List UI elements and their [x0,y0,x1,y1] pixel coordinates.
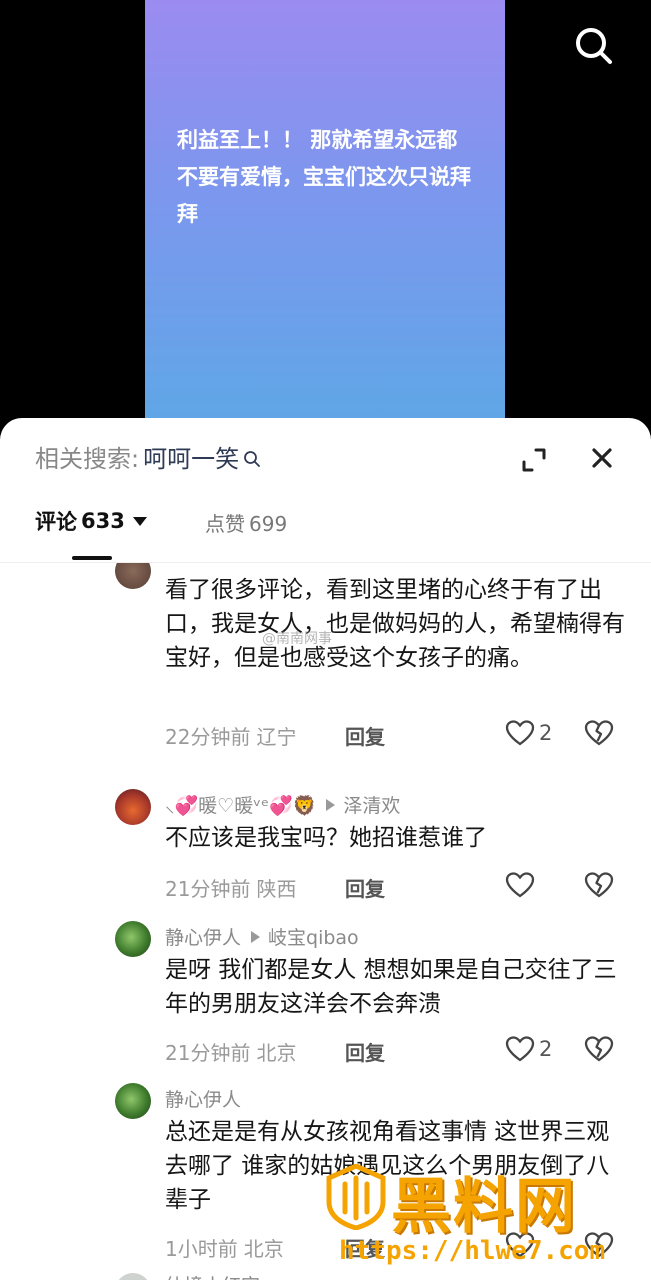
close-button[interactable] [588,444,616,472]
expand-icon [522,448,546,472]
tab-likes[interactable]: 点赞 699 [205,508,287,537]
comment-meta: 22分钟前 辽宁 [165,721,296,750]
search-icon [244,451,260,467]
comment-time: 1小时前 [165,1237,238,1261]
active-tab-indicator [72,556,112,560]
comment-meta: 21分钟前 北京 [165,1037,296,1066]
avatar[interactable] [115,1273,151,1280]
search-button[interactable] [572,24,616,68]
comment-author-line: 静心伊人 岐宝qibao [165,923,359,950]
search-icon [576,28,612,64]
dislike-button[interactable] [584,1035,614,1063]
related-search-term[interactable]: 呵呵一笑 [143,442,239,476]
tab-comments-count: 633 [81,509,125,533]
reply-to-author[interactable]: 泽清欢 [343,791,400,818]
avatar[interactable] [115,789,151,825]
comment-text: 是呀 我们都是女人 想想如果是自己交往了三年的男朋友这洋会不会奔溃 [165,957,617,1017]
like-button[interactable] [505,871,539,899]
reply-button[interactable]: 回复 [345,873,385,902]
avatar[interactable] [115,563,151,589]
tab-comments-label: 评论 [35,510,77,534]
weibo-watermark: @南南网事 [262,631,332,647]
watermark-url: https://hlwe7.com [339,1236,606,1266]
dislike-button[interactable] [584,719,614,747]
like-button[interactable]: 2 [505,719,552,747]
tab-likes-count: 699 [249,512,288,536]
avatar[interactable] [115,921,151,957]
comment-author-line: 静心伊人 [165,1085,241,1112]
video-caption: 利益至上！！ 那就希望永远都不要有爱情，宝宝们这次只说拜拜 [177,128,471,226]
like-count: 2 [539,721,553,745]
reply-button[interactable]: 回复 [345,1037,385,1066]
comment-sheet: 相关搜索: 呵呵一笑 评论 633 点赞 699 看了很多评论，看到这里堵的心终… [0,418,651,1280]
comment-location: 陕西 [256,877,297,901]
related-search[interactable]: 相关搜索: 呵呵一笑 [35,442,261,476]
close-icon [592,448,612,468]
tab-comments[interactable]: 评论 633 [35,506,147,536]
comment-meta: 1小时前 北京 [165,1233,284,1262]
screen: 利益至上！！ 那就希望永远都不要有爱情，宝宝们这次只说拜拜 相关搜索: 呵呵一笑 [0,0,651,1280]
reply-button[interactable]: 回复 [345,721,385,750]
comment-author-line: 仙境小红字 [165,1271,260,1280]
comment-author[interactable]: 仙境小红字 [165,1271,260,1280]
comment-location: 北京 [243,1237,284,1261]
broken-heart-icon [584,872,614,898]
dislike-button[interactable] [584,871,614,899]
avatar[interactable] [115,1083,151,1119]
comment-time: 22分钟前 [165,725,251,749]
broken-heart-icon [584,1036,614,1062]
broken-heart-icon [584,720,614,746]
watermark-logo-text: 黑料网 [391,1172,577,1242]
comment-location: 北京 [256,1041,297,1065]
reply-to-author[interactable]: 岐宝qibao [268,923,359,950]
comment-time: 21分钟前 [165,1041,251,1065]
caret-down-icon[interactable] [132,516,147,526]
heart-icon [505,872,535,898]
comment-text: 不应该是我宝吗？她招谁惹谁了 [165,825,487,851]
site-watermark-logo: 黑料网 https://hlwe7.com [325,1158,645,1270]
heart-icon [505,1036,535,1062]
comment-location: 辽宁 [256,725,297,749]
related-search-label: 相关搜索: [35,445,140,473]
reply-arrow-icon [326,798,336,811]
heart-icon [505,720,535,746]
like-button[interactable]: 2 [505,1035,552,1063]
reply-arrow-icon [251,930,261,943]
comment-author[interactable]: 静心伊人 [165,1085,241,1112]
comment-meta: 21分钟前 陕西 [165,873,296,902]
like-count: 2 [539,1037,553,1061]
comment-text: 看了很多评论，看到这里堵的心终于有了出口，我是女人，也是做妈妈的人，希望楠得有宝… [165,577,625,671]
comment-author[interactable]: ⸜💞暖♡暖ᵛᵉ💞🦁 [165,791,316,818]
video-player[interactable]: 利益至上！！ 那就希望永远都不要有爱情，宝宝们这次只说拜拜 [145,0,505,430]
comment-time: 21分钟前 [165,877,251,901]
tab-likes-label: 点赞 [205,512,245,536]
comment-author-line: ⸜💞暖♡暖ᵛᵉ💞🦁 泽清欢 [165,791,400,818]
comment-author[interactable]: 静心伊人 [165,923,241,950]
expand-button[interactable] [520,446,548,474]
logo-mark-icon [326,1164,386,1230]
